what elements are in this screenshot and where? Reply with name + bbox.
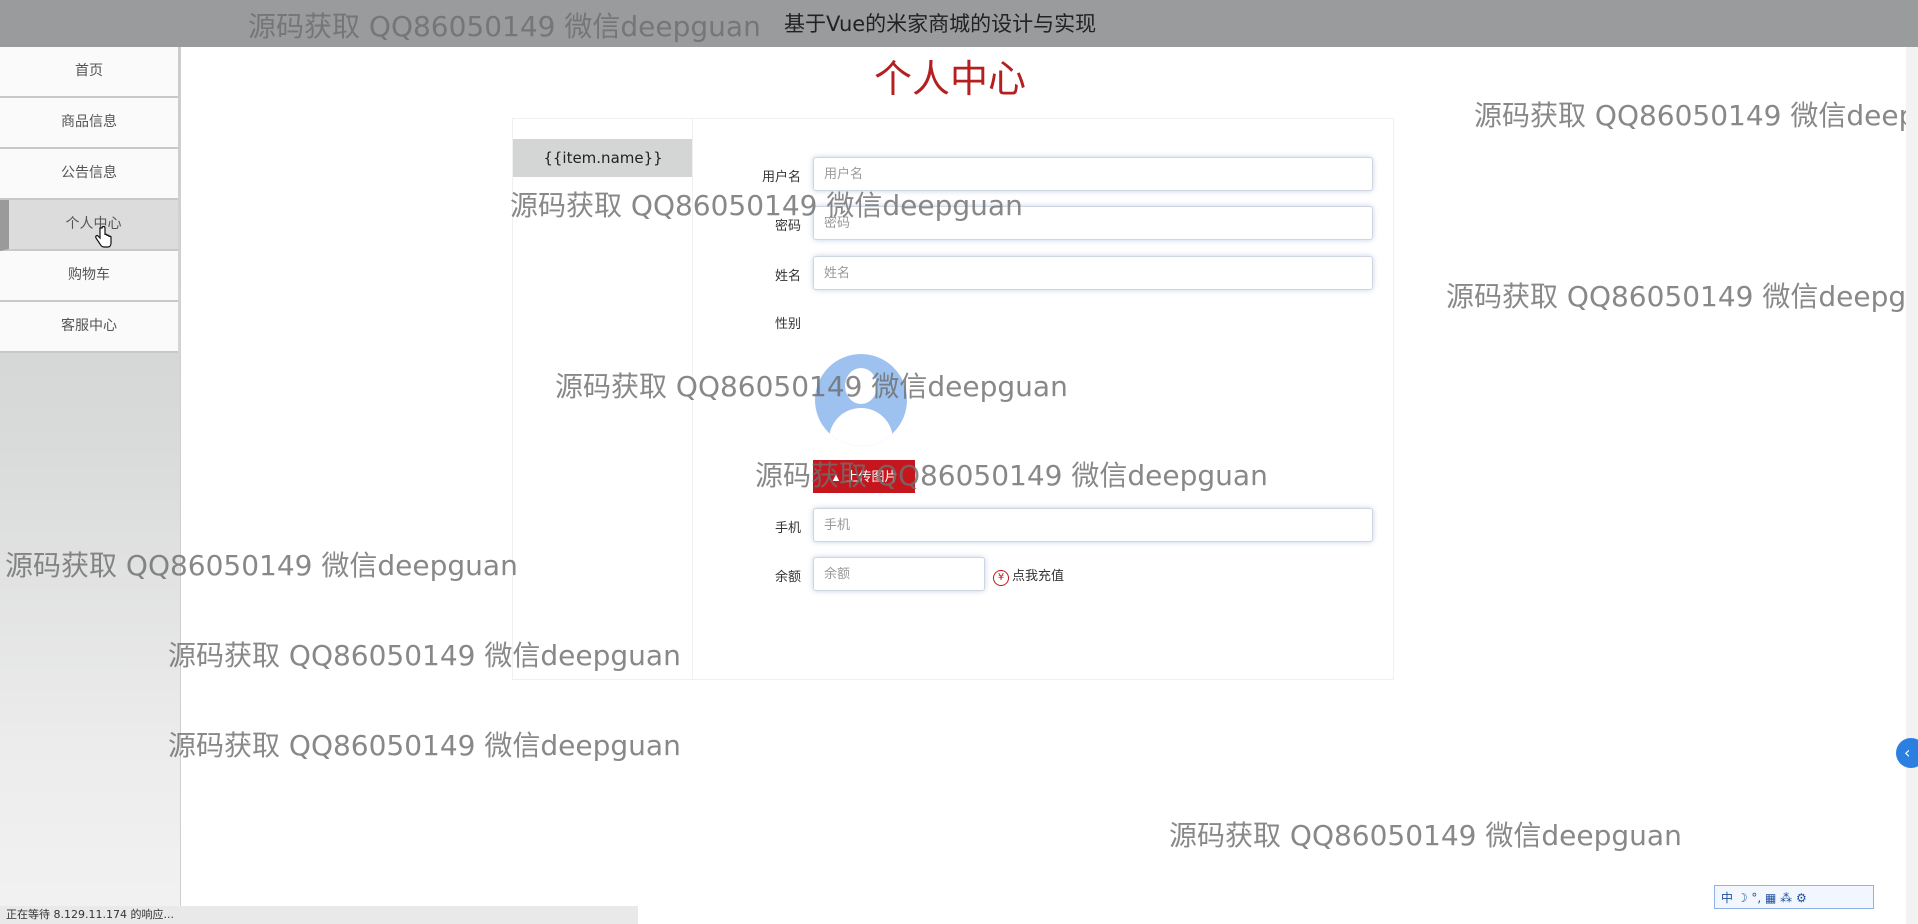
- nav-item-customer-service[interactable]: 客服中心: [0, 302, 178, 353]
- nav-item-personal-center-label: 个人中心: [65, 216, 122, 232]
- username-input[interactable]: [813, 157, 1373, 191]
- sidebar: 首页 商品信息 公告信息 个人中心 购物车 客服中心: [0, 47, 181, 924]
- watermark: 源码获取 QQ86050149 微信deepguan: [1446, 280, 1918, 313]
- status-bar: 正在等待 8.129.11.174 的响应...: [0, 906, 638, 924]
- balance-input[interactable]: [813, 557, 985, 591]
- recharge-link[interactable]: ¥ 点我充值: [993, 565, 1064, 586]
- nav-item-products[interactable]: 商品信息: [0, 98, 178, 149]
- username-label: 用户名: [761, 170, 801, 185]
- nav-list: 首页 商品信息 公告信息 个人中心 购物车 客服中心: [0, 47, 178, 353]
- yen-icon: ¥: [993, 570, 1009, 586]
- password-label: 密码: [774, 219, 801, 234]
- site-title: 基于Vue的米家商城的设计与实现: [784, 12, 1097, 36]
- nav-item-notices[interactable]: 公告信息: [0, 149, 178, 200]
- watermark: 源码获取 QQ86050149 微信deepguan: [168, 729, 681, 762]
- upload-icon: ▲: [830, 472, 842, 484]
- hand-cursor-icon: [95, 226, 112, 248]
- nav-item-personal-center[interactable]: 个人中心: [0, 200, 178, 251]
- nav-item-cart[interactable]: 购物车: [0, 251, 178, 302]
- balance-label: 余额: [774, 570, 801, 585]
- name-input[interactable]: [813, 256, 1373, 290]
- tab-column: {{item.name}}: [512, 118, 694, 680]
- phone-label: 手机: [774, 521, 801, 536]
- tab-item-name[interactable]: {{item.name}}: [513, 139, 693, 177]
- recharge-label: 点我充值: [1012, 569, 1065, 584]
- avatar-icon: [815, 354, 907, 446]
- name-label: 姓名: [774, 269, 801, 284]
- upload-image-label: 上传图片: [845, 469, 898, 484]
- upload-image-button[interactable]: ▲ 上传图片: [813, 460, 915, 493]
- password-input[interactable]: [813, 206, 1373, 240]
- gender-label: 性别: [774, 317, 801, 332]
- profile-form-panel: [692, 118, 1394, 680]
- page-title: 个人中心: [873, 57, 1026, 101]
- phone-input[interactable]: [813, 508, 1373, 542]
- watermark: 源码获取 QQ86050149 微信deepguan: [1169, 819, 1682, 852]
- watermark: 源码获取 QQ86050149 微信deepguan: [1474, 99, 1918, 132]
- ime-toolbar[interactable]: 中 ☽ °, ▦ ⁂ ⚙: [1714, 885, 1874, 909]
- right-scrollbar[interactable]: [1906, 47, 1918, 924]
- nav-item-home[interactable]: 首页: [0, 47, 178, 98]
- chevron-left-icon[interactable]: ‹: [1896, 738, 1918, 768]
- top-bar: 基于Vue的米家商城的设计与实现: [0, 0, 1918, 47]
